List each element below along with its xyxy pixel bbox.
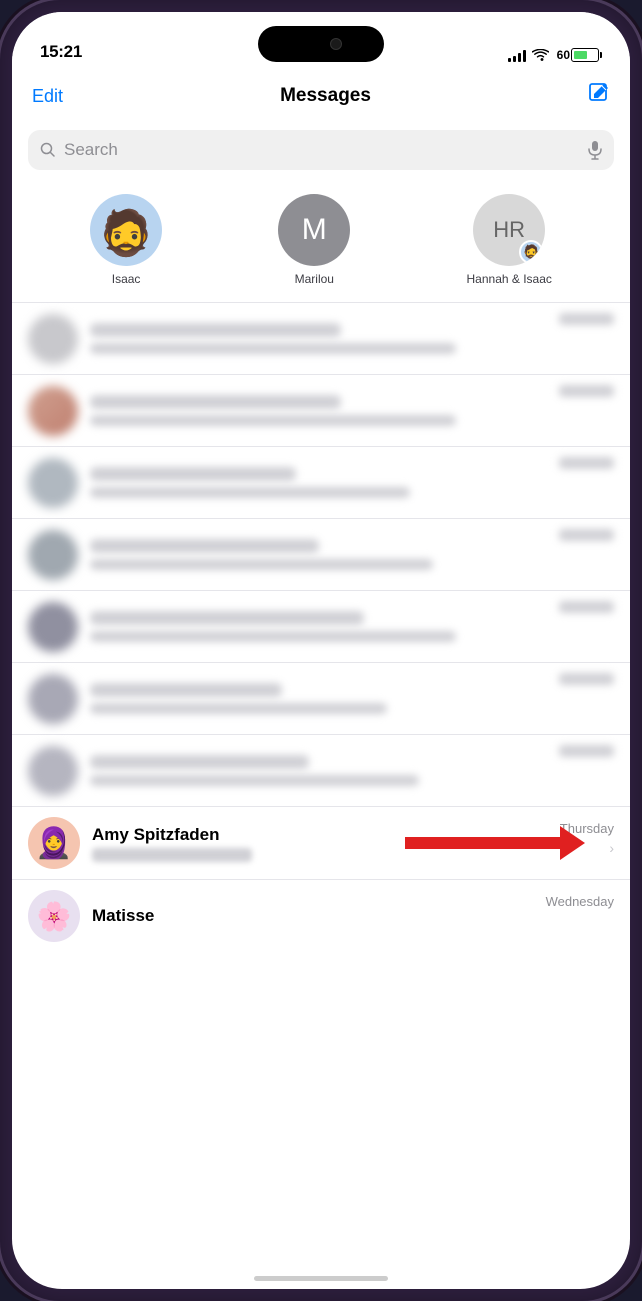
isaac-badge: 🧔 (519, 240, 543, 264)
blurred-avatar-6 (28, 674, 78, 724)
status-icons: 60 (508, 48, 602, 62)
blurred-title-1 (90, 323, 341, 337)
blurred-row-2[interactable] (12, 375, 630, 447)
search-container: Search (12, 122, 630, 182)
compose-icon (588, 82, 610, 104)
battery-icon: 60 (555, 48, 602, 62)
amy-avatar: 🧕 (28, 817, 80, 869)
blurred-title-4 (90, 539, 319, 553)
marilou-name: Marilou (295, 272, 334, 286)
home-indicator (254, 1276, 388, 1281)
message-list: 🧕 Amy Spitzfaden Thursday › 🌸 Matisse (12, 303, 630, 952)
blurred-content-1 (90, 323, 547, 354)
blurred-row-7[interactable] (12, 735, 630, 807)
search-icon (40, 142, 56, 158)
blurred-row-6[interactable] (12, 663, 630, 735)
pinned-contact-marilou[interactable]: M Marilou (278, 194, 350, 286)
matisse-name: Matisse (92, 906, 534, 926)
blurred-title-6 (90, 683, 282, 697)
pinned-contact-isaac[interactable]: 🧔 Isaac (90, 194, 162, 286)
blurred-row-1[interactable] (12, 303, 630, 375)
blurred-time-6 (559, 673, 614, 685)
wifi-icon (532, 49, 549, 62)
page-title: Messages (280, 85, 371, 107)
blurred-row-5[interactable] (12, 591, 630, 663)
hannah-isaac-avatar: HR 🧔 (473, 194, 545, 266)
matisse-time: Wednesday (546, 894, 614, 909)
blurred-preview-2 (90, 415, 456, 426)
blurred-preview-7 (90, 775, 419, 786)
blurred-row-4[interactable] (12, 519, 630, 591)
blurred-content-4 (90, 539, 547, 570)
compose-button[interactable] (588, 82, 610, 110)
blurred-preview-5 (90, 631, 456, 642)
search-placeholder: Search (64, 140, 580, 160)
edit-button[interactable]: Edit (32, 86, 63, 107)
pinned-contact-hannah-isaac[interactable]: HR 🧔 Hannah & Isaac (467, 194, 552, 286)
amy-preview (92, 848, 252, 862)
chevron-right-icon: › (609, 840, 614, 856)
camera-dot (330, 38, 342, 50)
blurred-title-3 (90, 467, 296, 481)
isaac-avatar: 🧔 (90, 194, 162, 266)
blurred-avatar-2 (28, 386, 78, 436)
search-bar[interactable]: Search (28, 130, 614, 170)
phone-screen: 15:21 60 (12, 12, 630, 1289)
blurred-time-4 (559, 529, 614, 541)
blurred-content-7 (90, 755, 547, 786)
blurred-avatar-4 (28, 530, 78, 580)
blurred-avatar-7 (28, 746, 78, 796)
blurred-content-5 (90, 611, 547, 642)
blurred-preview-1 (90, 343, 456, 354)
blurred-avatar-1 (28, 314, 78, 364)
phone-frame: 15:21 60 (0, 0, 642, 1301)
blurred-title-7 (90, 755, 309, 769)
blurred-content-6 (90, 683, 547, 714)
status-time: 15:21 (40, 42, 82, 62)
blurred-time-2 (559, 385, 614, 397)
blurred-preview-6 (90, 703, 387, 714)
mic-icon (588, 140, 602, 160)
hannah-isaac-name: Hannah & Isaac (467, 272, 552, 286)
matisse-content: Matisse (92, 906, 534, 926)
signal-icon (508, 48, 526, 62)
blurred-preview-3 (90, 487, 410, 498)
isaac-name: Isaac (112, 272, 141, 286)
blurred-time-5 (559, 601, 614, 613)
blurred-time-7 (559, 745, 614, 757)
matisse-row[interactable]: 🌸 Matisse Wednesday (12, 880, 630, 952)
blurred-content-2 (90, 395, 547, 426)
blurred-avatar-5 (28, 602, 78, 652)
matisse-avatar: 🌸 (28, 890, 80, 942)
blurred-time-3 (559, 457, 614, 469)
blurred-time-1 (559, 313, 614, 325)
battery-percent: 60 (557, 48, 570, 62)
red-arrow (405, 818, 585, 868)
blurred-row-3[interactable] (12, 447, 630, 519)
blurred-title-2 (90, 395, 341, 409)
amy-row[interactable]: 🧕 Amy Spitzfaden Thursday › (12, 807, 630, 880)
blurred-avatar-3 (28, 458, 78, 508)
blurred-title-5 (90, 611, 364, 625)
blurred-content-3 (90, 467, 547, 498)
marilou-avatar: M (278, 194, 350, 266)
dynamic-island (258, 26, 384, 62)
nav-bar: Edit Messages (12, 70, 630, 122)
blurred-preview-4 (90, 559, 433, 570)
pinned-contacts: 🧔 Isaac M Marilou HR 🧔 Hannah & (12, 182, 630, 303)
